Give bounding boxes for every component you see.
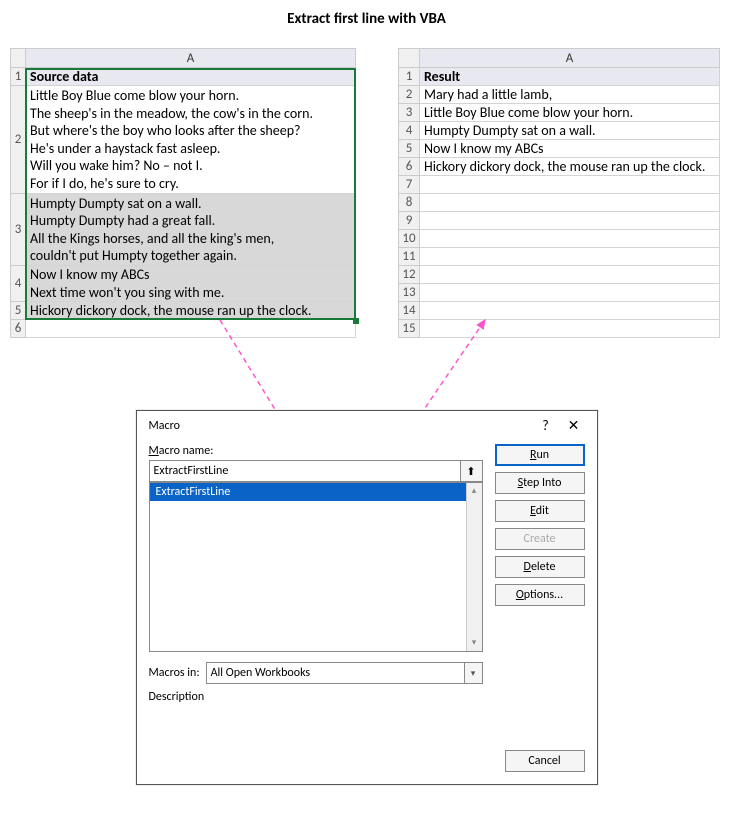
row-header[interactable]: 2: [398, 86, 420, 104]
row-header[interactable]: 5: [398, 140, 420, 158]
corner-cell[interactable]: [10, 48, 26, 68]
row-header[interactable]: 8: [398, 194, 420, 212]
edit-button[interactable]: Edit: [495, 500, 585, 522]
run-button[interactable]: Run: [495, 444, 585, 466]
row-header[interactable]: 10: [398, 230, 420, 248]
corner-cell[interactable]: [398, 48, 420, 68]
row-header[interactable]: 4: [10, 266, 26, 302]
result-cell[interactable]: Little Boy Blue come blow your horn.: [420, 104, 720, 122]
up-arrow-icon: ⬆: [466, 465, 475, 478]
row-header[interactable]: 14: [398, 302, 420, 320]
result-cell[interactable]: [420, 266, 720, 284]
result-cell[interactable]: Now I know my ABCs: [420, 140, 720, 158]
row-header-1[interactable]: 1: [398, 68, 420, 86]
row-header[interactable]: 2: [10, 86, 26, 194]
source-cell[interactable]: Little Boy Blue come blow your horn. The…: [26, 86, 356, 194]
row-header[interactable]: 13: [398, 284, 420, 302]
column-header-a[interactable]: A: [26, 48, 356, 68]
row-header[interactable]: 7: [398, 176, 420, 194]
step-into-button[interactable]: Step Into: [495, 472, 585, 494]
row-header[interactable]: 6: [10, 320, 26, 338]
row-header[interactable]: 4: [398, 122, 420, 140]
macro-dialog: Macro ? ✕ Macro name: ⬆ ExtractFirstLine…: [136, 410, 598, 785]
row-header[interactable]: 3: [10, 194, 26, 266]
result-sheet: 1 23456789101112131415 A Result Mary had…: [398, 48, 720, 338]
result-cell[interactable]: Humpty Dumpty sat on a wall.: [420, 122, 720, 140]
page-title: Extract first line with VBA: [10, 10, 723, 28]
macro-list[interactable]: ExtractFirstLine ▴ ▾: [149, 482, 483, 652]
result-cell[interactable]: [420, 284, 720, 302]
column-header-a[interactable]: A: [420, 48, 720, 68]
macro-list-item[interactable]: ExtractFirstLine: [150, 483, 482, 501]
cancel-button[interactable]: Cancel: [505, 750, 585, 772]
macros-in-select[interactable]: All Open Workbooks ▾: [206, 662, 483, 684]
result-cell[interactable]: [420, 302, 720, 320]
chevron-down-icon: ▾: [464, 663, 482, 683]
result-header-cell[interactable]: Result: [420, 68, 720, 86]
row-header-1[interactable]: 1: [10, 68, 26, 86]
result-cell[interactable]: [420, 194, 720, 212]
dialog-title: Macro: [149, 419, 533, 433]
scroll-down-icon[interactable]: ▾: [467, 635, 482, 651]
row-header[interactable]: 9: [398, 212, 420, 230]
result-cell[interactable]: Hickory dickory dock, the mouse ran up t…: [420, 158, 720, 176]
row-header[interactable]: 3: [398, 104, 420, 122]
scrollbar[interactable]: ▴ ▾: [466, 483, 482, 651]
macros-in-label: Macros in:: [149, 666, 200, 680]
source-cell[interactable]: [26, 320, 356, 338]
row-header[interactable]: 12: [398, 266, 420, 284]
result-cell[interactable]: [420, 248, 720, 266]
source-sheet: 1 23456 A Source data Little Boy Blue co…: [10, 48, 356, 338]
close-button[interactable]: ✕: [559, 417, 589, 434]
options-button[interactable]: Options...: [495, 584, 585, 606]
source-cell[interactable]: Now I know my ABCs Next time won't you s…: [26, 266, 356, 302]
description-label: Description: [149, 690, 483, 704]
delete-button[interactable]: Delete: [495, 556, 585, 578]
row-header[interactable]: 5: [10, 302, 26, 320]
macro-name-label: Macro name:: [149, 444, 483, 458]
row-header[interactable]: 6: [398, 158, 420, 176]
result-cell[interactable]: [420, 230, 720, 248]
create-button: Create: [495, 528, 585, 550]
source-cell[interactable]: Hickory dickory dock, the mouse ran up t…: [26, 302, 356, 320]
row-header[interactable]: 11: [398, 248, 420, 266]
row-header[interactable]: 15: [398, 320, 420, 338]
source-header-cell[interactable]: Source data: [26, 68, 356, 86]
result-cell[interactable]: [420, 320, 720, 338]
result-cell[interactable]: Mary had a little lamb,: [420, 86, 720, 104]
help-button[interactable]: ?: [533, 417, 559, 434]
macros-in-value: All Open Workbooks: [211, 666, 311, 680]
source-cell[interactable]: Humpty Dumpty sat on a wall. Humpty Dump…: [26, 194, 356, 266]
reference-button[interactable]: ⬆: [461, 460, 483, 482]
scroll-up-icon[interactable]: ▴: [467, 483, 482, 499]
macro-name-input[interactable]: [149, 460, 461, 482]
result-cell[interactable]: [420, 212, 720, 230]
result-cell[interactable]: [420, 176, 720, 194]
